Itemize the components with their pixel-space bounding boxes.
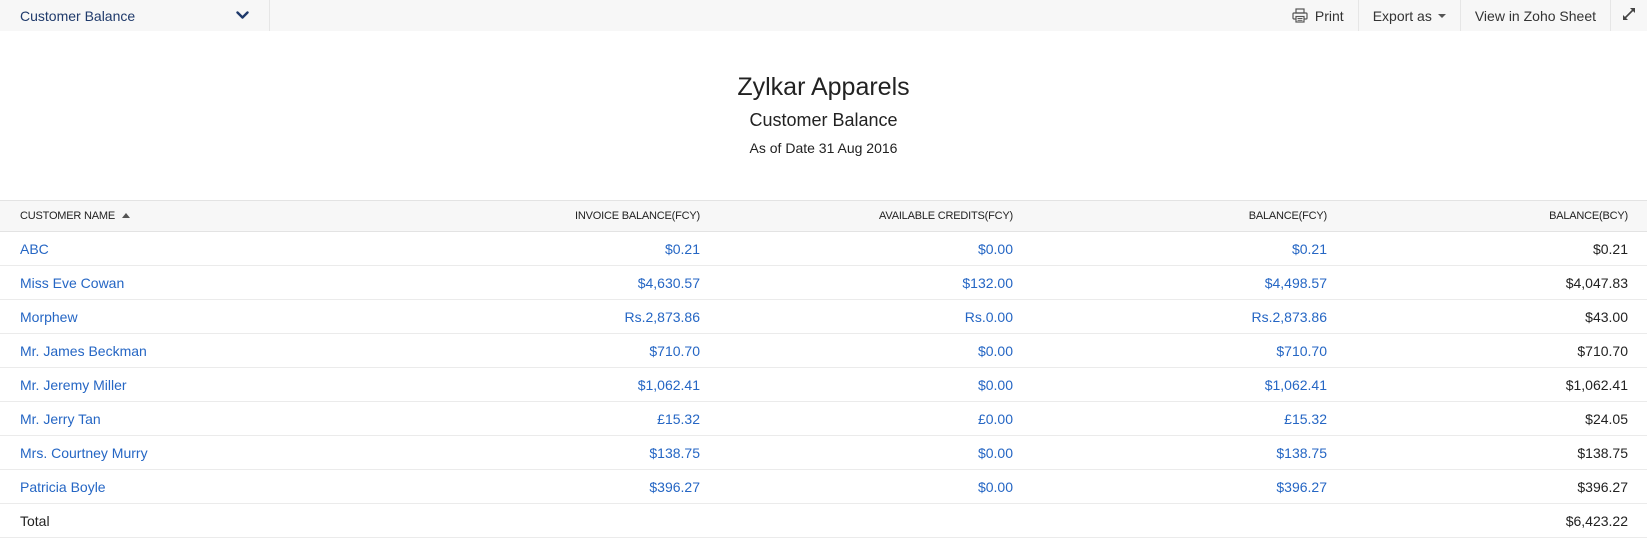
report-header: Zylkar Apparels Customer Balance As of D…	[0, 70, 1647, 158]
table-row: Mrs. Courtney Murry $138.75 $0.00 $138.75 $1…	[0, 435, 1647, 470]
customer-name-link[interactable]: Mr. Jeremy Miller	[0, 367, 400, 402]
column-header-available-credits[interactable]: AVAILABLE CREDITS(FCY)	[700, 200, 1013, 232]
report-selector-dropdown[interactable]: Customer Balance	[0, 0, 270, 31]
table-row: Mr. James Beckman $710.70 $0.00 $710.70 $710…	[0, 333, 1647, 368]
column-header-balance-fcy[interactable]: BALANCE(FCY)	[1013, 200, 1327, 232]
customer-name-link[interactable]: Mr. James Beckman	[0, 333, 400, 368]
total-row: Total $6,423.22	[0, 503, 1647, 538]
balance-fcy-cell[interactable]: $0.21	[1013, 231, 1327, 266]
balance-bcy-cell: $43.00	[1327, 299, 1647, 334]
available-credits-cell[interactable]: $0.00	[700, 435, 1013, 470]
balance-bcy-cell: $0.21	[1327, 231, 1647, 266]
table-row: Patricia Boyle $396.27 $0.00 $396.27 $396.27	[0, 469, 1647, 504]
available-credits-cell[interactable]: $0.00	[700, 469, 1013, 504]
caret-down-icon	[1437, 13, 1446, 18]
printer-icon	[1292, 8, 1308, 23]
invoice-balance-cell[interactable]: $396.27	[400, 469, 700, 504]
export-as-label: Export as	[1372, 7, 1432, 24]
report-toolbar: Customer Balance Print Export as View in…	[0, 0, 1647, 31]
customer-name-link[interactable]: Mrs. Courtney Murry	[0, 435, 400, 470]
table-row: Mr. Jerry Tan £15.32 £0.00 £15.32 $24.05	[0, 401, 1647, 436]
sort-ascending-icon	[121, 212, 130, 218]
total-label: Total	[0, 503, 400, 538]
invoice-balance-cell[interactable]: $1,062.41	[400, 367, 700, 402]
balance-bcy-cell: $1,062.41	[1327, 367, 1647, 402]
customer-name-link[interactable]: Patricia Boyle	[0, 469, 400, 504]
print-label: Print	[1314, 7, 1344, 24]
report-title: Customer Balance	[749, 110, 898, 130]
view-in-zoho-sheet-button[interactable]: View in Zoho Sheet	[1459, 0, 1610, 31]
report-selector-label: Customer Balance	[20, 7, 136, 24]
invoice-balance-cell[interactable]: £15.32	[400, 401, 700, 436]
table-row: Miss Eve Cowan $4,630.57 $132.00 $4,498.57 $…	[0, 265, 1647, 300]
organization-name: Zylkar Apparels	[737, 73, 910, 101]
customer-name-link[interactable]: ABC	[0, 231, 400, 266]
column-header-customer-name[interactable]: CUSTOMER NAME	[0, 200, 400, 232]
available-credits-cell[interactable]: Rs.0.00	[700, 299, 1013, 334]
balance-fcy-cell[interactable]: $396.27	[1013, 469, 1327, 504]
available-credits-cell[interactable]: $0.00	[700, 231, 1013, 266]
empty-cell	[700, 503, 1013, 538]
report-date: As of Date 31 Aug 2016	[749, 140, 898, 156]
balance-fcy-cell[interactable]: $1,062.41	[1013, 367, 1327, 402]
balance-fcy-cell[interactable]: £15.32	[1013, 401, 1327, 436]
balance-fcy-cell[interactable]: $4,498.57	[1013, 265, 1327, 300]
expand-button[interactable]	[1610, 0, 1647, 31]
invoice-balance-cell[interactable]: $0.21	[400, 231, 700, 266]
balance-fcy-cell[interactable]: $138.75	[1013, 435, 1327, 470]
invoice-balance-cell[interactable]: $138.75	[400, 435, 700, 470]
table-header-row: CUSTOMER NAME INVOICE BALANCE(FCY) AVAIL…	[0, 200, 1647, 232]
invoice-balance-cell[interactable]: $4,630.57	[400, 265, 700, 300]
invoice-balance-cell[interactable]: Rs.2,873.86	[400, 299, 700, 334]
available-credits-cell[interactable]: $0.00	[700, 367, 1013, 402]
available-credits-cell[interactable]: £0.00	[700, 401, 1013, 436]
customer-name-link[interactable]: Mr. Jerry Tan	[0, 401, 400, 436]
column-header-invoice-balance[interactable]: INVOICE BALANCE(FCY)	[400, 200, 700, 232]
balance-fcy-cell[interactable]: $710.70	[1013, 333, 1327, 368]
balance-bcy-cell: $710.70	[1327, 333, 1647, 368]
export-as-dropdown[interactable]: Export as	[1357, 0, 1460, 31]
balance-bcy-cell: $4,047.83	[1327, 265, 1647, 300]
print-button[interactable]: Print	[1278, 0, 1358, 31]
table-row: Mr. Jeremy Miller $1,062.41 $0.00 $1,062.41…	[0, 367, 1647, 402]
customer-balance-table: CUSTOMER NAME INVOICE BALANCE(FCY) AVAIL…	[0, 200, 1647, 538]
total-balance-bcy: $6,423.22	[1327, 503, 1647, 538]
empty-cell	[400, 503, 700, 538]
column-header-balance-bcy[interactable]: BALANCE(BCY)	[1327, 200, 1647, 232]
chevron-down-icon	[235, 9, 249, 23]
available-credits-cell[interactable]: $132.00	[700, 265, 1013, 300]
balance-bcy-cell: $138.75	[1327, 435, 1647, 470]
customer-name-link[interactable]: Miss Eve Cowan	[0, 265, 400, 300]
available-credits-cell[interactable]: $0.00	[700, 333, 1013, 368]
customer-name-link[interactable]: Morphew	[0, 299, 400, 334]
balance-bcy-cell: $396.27	[1327, 469, 1647, 504]
table-row: ABC $0.21 $0.00 $0.21 $0.21	[0, 231, 1647, 266]
balance-bcy-cell: $24.05	[1327, 401, 1647, 436]
invoice-balance-cell[interactable]: $710.70	[400, 333, 700, 368]
view-in-zoho-sheet-label: View in Zoho Sheet	[1474, 7, 1596, 24]
table-row: Morphew Rs.2,873.86 Rs.0.00 Rs.2,873.86 $43.…	[0, 299, 1647, 334]
expand-icon	[1621, 6, 1637, 25]
balance-fcy-cell[interactable]: Rs.2,873.86	[1013, 299, 1327, 334]
empty-cell	[1013, 503, 1327, 538]
